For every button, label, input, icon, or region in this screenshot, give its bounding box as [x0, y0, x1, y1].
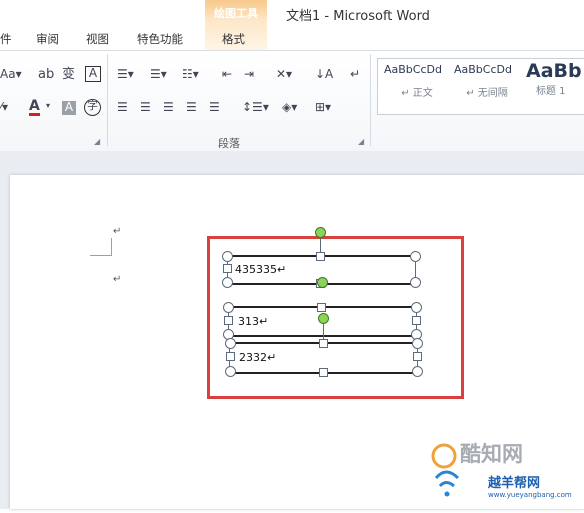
increase-indent-icon[interactable]: ⇥ [244, 68, 254, 80]
paragraph-mark: ↵ [113, 274, 122, 285]
style-no-spacing[interactable]: AaBbCcDd ↵ 无间隔 [454, 63, 520, 109]
multilevel-list-icon[interactable]: ☷▾ [182, 68, 199, 80]
resize-handle[interactable] [411, 302, 422, 313]
resize-handle[interactable] [316, 252, 325, 261]
font-color-icon[interactable]: A [29, 99, 40, 116]
resize-handle[interactable] [319, 368, 328, 377]
resize-handle[interactable] [317, 303, 326, 312]
character-border-icon[interactable]: A [85, 66, 101, 82]
resize-handle[interactable] [222, 251, 233, 262]
resize-handle[interactable] [225, 366, 236, 377]
resize-handle[interactable] [410, 251, 421, 262]
textbox-2-text[interactable]: 313↵ [238, 315, 268, 328]
decrease-indent-icon[interactable]: ⇤ [222, 68, 232, 80]
watermark-url: www.yueyangbang.com [488, 491, 572, 499]
rotation-handle-icon[interactable] [318, 313, 329, 324]
tab-special-features[interactable]: 特色功能 [137, 31, 183, 47]
resize-handle[interactable] [223, 264, 232, 273]
textbox-1-text[interactable]: 435335↵ [235, 263, 286, 276]
paragraph-mark: ↵ [113, 226, 122, 237]
tab-format[interactable]: 格式 [222, 31, 245, 47]
highlight-icon[interactable]: ⁄▾ [0, 101, 8, 113]
bullets-icon[interactable]: ☰▾ [117, 68, 134, 80]
align-left-icon[interactable]: ☰ [117, 101, 128, 113]
textbox-3-text[interactable]: 2332↵ [239, 351, 276, 364]
style-preview: AaBb [526, 63, 582, 82]
style-preview: AaBbCcDd [384, 63, 442, 76]
font-size-button[interactable]: Aa▾ [0, 68, 22, 80]
title-bar: 绘图工具 文档1 - Microsoft Word 件 审阅 视图 特色功能 格… [0, 0, 584, 50]
distributed-icon[interactable]: ☰ [209, 101, 220, 113]
paragraph-group-label: 段落 [218, 137, 240, 150]
line-spacing-icon[interactable]: ↕☰▾ [242, 101, 269, 113]
style-preview: AaBbCcDd [454, 63, 512, 76]
margin-corner-mark [90, 238, 112, 256]
resize-handle[interactable] [412, 316, 421, 325]
watermark-subbrand: 越羊帮网 [488, 476, 541, 491]
align-right-icon[interactable]: ☰ [163, 101, 174, 113]
style-name: 标题 1 [536, 86, 566, 97]
font-color-dropdown-icon[interactable]: ▾ [46, 102, 50, 110]
tab-view[interactable]: 视图 [86, 31, 109, 47]
align-center-icon[interactable]: ☰ [140, 101, 151, 113]
ribbon-separator [370, 54, 371, 146]
styles-gallery: AaBbCcDd ↵ 正文 AaBbCcDd ↵ 无间隔 AaBb 标题 1 [377, 58, 584, 115]
numbering-icon[interactable]: ☰▾ [150, 68, 167, 80]
rotation-handle-icon[interactable] [317, 277, 328, 288]
resize-handle[interactable] [224, 316, 233, 325]
resize-handle[interactable] [225, 338, 236, 349]
watermark-brand: 酷知网 [460, 442, 523, 466]
tab-file[interactable]: 件 [0, 31, 12, 47]
borders-icon[interactable]: ⊞▾ [315, 101, 331, 113]
resize-handle[interactable] [223, 302, 234, 313]
style-normal[interactable]: AaBbCcDd ↵ 正文 [384, 63, 450, 109]
style-name: ↵ 无间隔 [466, 88, 508, 99]
style-heading-1[interactable]: AaBb 标题 1 [526, 63, 584, 109]
phonetic-guide-icon[interactable]: ab [38, 68, 54, 81]
resize-handle[interactable] [410, 277, 421, 288]
resize-handle[interactable] [222, 277, 233, 288]
shading-icon[interactable]: ◈▾ [282, 101, 297, 113]
show-hide-marks-icon[interactable]: ↵ [350, 68, 360, 80]
ribbon-separator [107, 54, 108, 146]
rotation-handle-icon[interactable] [315, 227, 326, 238]
sort-icon[interactable]: ↓A [315, 68, 333, 80]
watermark: 酷知网 越羊帮网 www.yueyangbang.com [428, 436, 584, 509]
justify-icon[interactable]: ☰ [186, 101, 197, 113]
paragraph-dialog-launcher-icon[interactable]: ◢ [358, 137, 364, 146]
character-shading-icon[interactable]: A [62, 101, 76, 115]
chinese-layout-icon[interactable]: ✕▾ [276, 68, 292, 80]
font-dialog-launcher-icon[interactable]: ◢ [94, 137, 100, 146]
style-name: ↵ 正文 [401, 88, 433, 99]
window-title: 文档1 - Microsoft Word [286, 9, 430, 24]
resize-handle[interactable] [319, 339, 328, 348]
resize-handle[interactable] [412, 366, 423, 377]
enclose-characters-icon[interactable]: 变 [62, 68, 75, 81]
resize-handle[interactable] [412, 338, 423, 349]
resize-handle[interactable] [226, 352, 235, 361]
enclosed-character-icon[interactable]: 字 [84, 99, 101, 116]
resize-handle[interactable] [413, 352, 422, 361]
tab-review[interactable]: 审阅 [36, 31, 59, 47]
contextual-group-label: 绘图工具 [214, 7, 258, 20]
